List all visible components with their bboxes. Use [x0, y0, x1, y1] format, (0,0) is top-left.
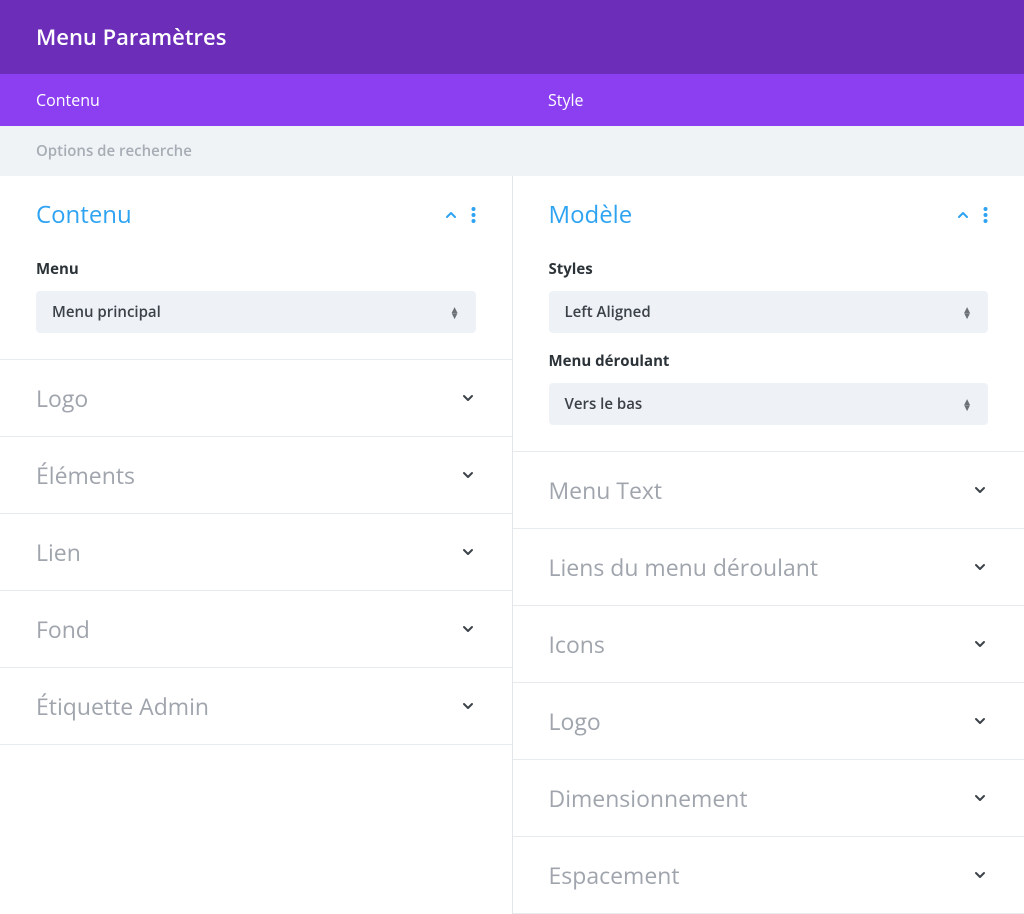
chevron-down-icon [460, 621, 476, 637]
window-title: Menu Paramètres [0, 0, 1024, 74]
panel-title: Lien [36, 536, 460, 568]
panel-title: Contenu [36, 198, 443, 231]
chevron-down-icon [972, 867, 988, 883]
panel-logo: Logo [0, 360, 512, 437]
panel-header-lien[interactable]: Lien [0, 514, 512, 590]
updown-icon: ▲▼ [962, 306, 972, 318]
search-placeholder: Options de recherche [36, 141, 192, 161]
select-styles[interactable]: Left Aligned ▲▼ [549, 291, 989, 333]
panel-header-menu-text[interactable]: Menu Text [513, 452, 1024, 528]
updown-icon: ▲▼ [962, 398, 972, 410]
panel-title: Dimensionnement [549, 782, 973, 814]
more-icon[interactable] [983, 207, 988, 223]
panel-title: Espacement [549, 859, 973, 891]
panel-title: Fond [36, 613, 460, 645]
panel-title: Éléments [36, 459, 460, 491]
chevron-up-icon [443, 207, 459, 223]
select-value: Vers le bas [565, 394, 643, 414]
panel-header-logo[interactable]: Logo [0, 360, 512, 436]
field-label-styles: Styles [549, 259, 989, 279]
tab-contenu[interactable]: Contenu [0, 74, 512, 126]
panel-elements: Éléments [0, 437, 512, 514]
chevron-up-icon [955, 207, 971, 223]
panel-title: Icons [549, 628, 973, 660]
search-bar[interactable]: Options de recherche [0, 126, 1024, 176]
tab-label: Style [548, 89, 584, 111]
panel-title: Logo [549, 705, 973, 737]
field-label-menu-deroulant: Menu déroulant [549, 351, 989, 371]
panel-body-contenu: Menu Menu principal ▲▼ [0, 259, 512, 359]
panel-contenu: Contenu Menu Menu principal ▲▼ [0, 176, 512, 360]
panel-header-etiquette-admin[interactable]: Étiquette Admin [0, 668, 512, 744]
chevron-down-icon [972, 713, 988, 729]
columns: Contenu Menu Menu principal ▲▼ [0, 176, 1024, 914]
top-tabs: Contenu Style [0, 74, 1024, 126]
panel-header-espacement[interactable]: Espacement [513, 837, 1024, 913]
panel-espacement: Espacement [513, 837, 1024, 914]
panel-title: Menu Text [549, 474, 973, 506]
panel-liens-deroulant: Liens du menu déroulant [513, 529, 1024, 606]
panel-header-logo-right[interactable]: Logo [513, 683, 1024, 759]
field-label-menu: Menu [36, 259, 476, 279]
chevron-down-icon [972, 482, 988, 498]
tab-label: Contenu [36, 89, 100, 111]
select-menu[interactable]: Menu principal ▲▼ [36, 291, 476, 333]
chevron-down-icon [460, 467, 476, 483]
select-value: Left Aligned [565, 302, 651, 322]
chevron-down-icon [972, 559, 988, 575]
panel-modele: Modèle Styles Left Aligned ▲▼ Menu dérou… [513, 176, 1024, 452]
chevron-down-icon [460, 698, 476, 714]
tab-style[interactable]: Style [512, 74, 1024, 126]
panel-header-liens-deroulant[interactable]: Liens du menu déroulant [513, 529, 1024, 605]
updown-icon: ▲▼ [450, 306, 460, 318]
panel-menu-text: Menu Text [513, 452, 1024, 529]
panel-header-contenu[interactable]: Contenu [0, 176, 512, 253]
panel-header-icons[interactable]: Icons [513, 606, 1024, 682]
panel-header-fond[interactable]: Fond [0, 591, 512, 667]
panel-title: Étiquette Admin [36, 690, 460, 722]
chevron-down-icon [972, 790, 988, 806]
panel-header-dimensionnement[interactable]: Dimensionnement [513, 760, 1024, 836]
panel-etiquette-admin: Étiquette Admin [0, 668, 512, 745]
chevron-down-icon [460, 544, 476, 560]
column-left: Contenu Menu Menu principal ▲▼ [0, 176, 513, 914]
panel-body-modele: Styles Left Aligned ▲▼ Menu déroulant Ve… [513, 259, 1024, 451]
panel-lien: Lien [0, 514, 512, 591]
panel-title: Logo [36, 382, 460, 414]
panel-title: Liens du menu déroulant [549, 551, 973, 583]
panel-dimensionnement: Dimensionnement [513, 760, 1024, 837]
select-value: Menu principal [52, 302, 161, 322]
chevron-down-icon [972, 636, 988, 652]
panel-actions [443, 207, 476, 223]
window-title-text: Menu Paramètres [36, 22, 226, 52]
column-right: Modèle Styles Left Aligned ▲▼ Menu dérou… [513, 176, 1024, 914]
panel-header-modele[interactable]: Modèle [513, 176, 1024, 253]
select-menu-deroulant[interactable]: Vers le bas ▲▼ [549, 383, 989, 425]
chevron-down-icon [460, 390, 476, 406]
panel-actions [955, 207, 988, 223]
panel-header-elements[interactable]: Éléments [0, 437, 512, 513]
panel-logo-right: Logo [513, 683, 1024, 760]
panel-title: Modèle [549, 198, 956, 231]
more-icon[interactable] [471, 207, 476, 223]
panel-icons: Icons [513, 606, 1024, 683]
panel-fond: Fond [0, 591, 512, 668]
